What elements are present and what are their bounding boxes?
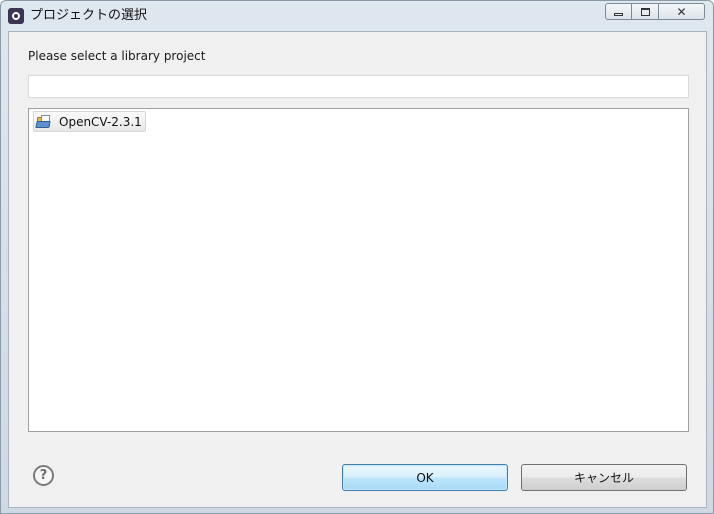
cancel-button[interactable]: キャンセル [521,464,687,491]
project-item-label: OpenCV-2.3.1 [59,114,142,129]
app-icon [8,8,24,24]
project-folder-icon [35,114,52,130]
select-prompt: Please select a library project [28,49,206,63]
window-controls: ✕ [605,3,705,21]
help-icon[interactable]: ? [33,465,54,486]
filter-input[interactable] [28,75,689,98]
title-bar[interactable]: プロジェクトの選択 ✕ [1,1,713,31]
dialog-body: Please select a library project OpenCV-2… [8,31,707,508]
minimize-icon [614,12,623,16]
dialog-window: プロジェクトの選択 ✕ Please select a library proj… [0,0,714,514]
project-item-opencv[interactable]: OpenCV-2.3.1 [33,111,146,132]
window-title: プロジェクトの選択 [30,8,148,23]
ok-button[interactable]: OK [342,464,508,491]
minimize-button[interactable] [605,3,632,20]
close-button[interactable]: ✕ [659,3,705,20]
maximize-button[interactable] [632,3,659,20]
maximize-icon [640,7,650,16]
project-list[interactable]: OpenCV-2.3.1 [28,108,689,432]
close-icon: ✕ [676,4,687,19]
